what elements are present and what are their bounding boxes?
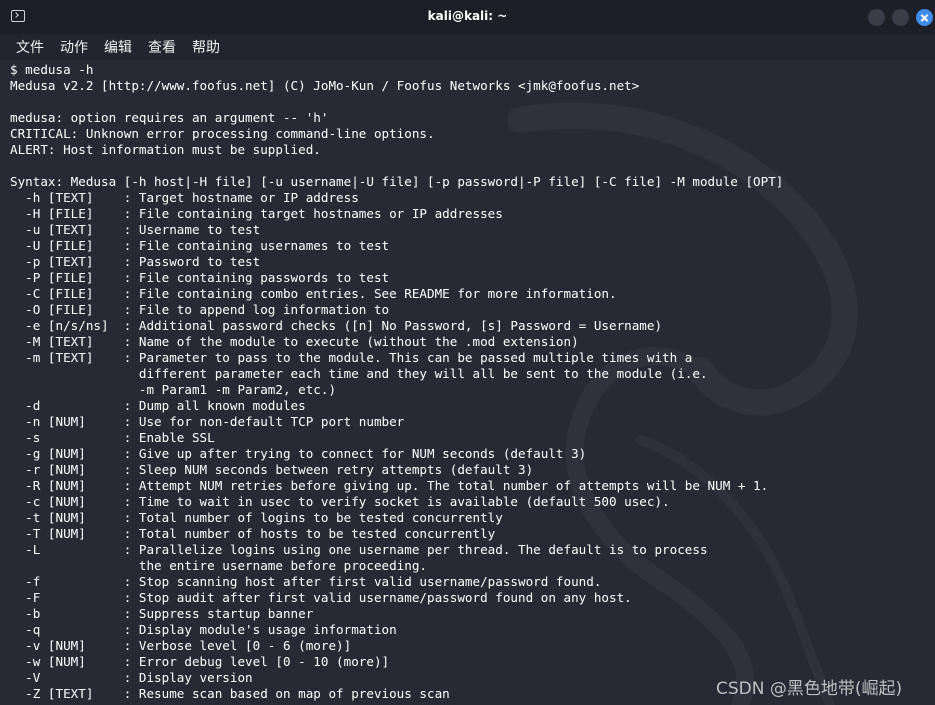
close-button[interactable] — [916, 9, 933, 26]
terminal-text: $ medusa -h Medusa v2.2 [http://www.foofu… — [10, 62, 783, 702]
terminal-line: -q : Display module's usage information — [10, 622, 397, 637]
terminal-line: -R [NUM] : Attempt NUM retries before gi… — [10, 478, 769, 493]
terminal-line: $ medusa -h — [10, 62, 94, 77]
terminal-line: -r [NUM] : Sleep NUM seconds between ret… — [10, 462, 534, 477]
terminal-line: Syntax: Medusa [-h host|-H file] [-u use… — [10, 174, 784, 189]
terminal-line: -H [FILE] : File containing target hostn… — [10, 206, 503, 221]
menu-file[interactable]: 文件 — [14, 37, 46, 57]
terminal-line: -w [NUM] : Error debug level [0 - 10 (mo… — [10, 654, 390, 669]
terminal-window: kali@kali: ~ 文件 动作 编辑 查看 帮助 $ medusa -h M… — [0, 0, 935, 705]
terminal-line: -T [NUM] : Total number of hosts to be t… — [10, 526, 496, 541]
maximize-button[interactable] — [892, 9, 909, 26]
terminal-line: -u [TEXT] : Username to test — [10, 222, 261, 237]
terminal-line: -Z [TEXT] : Resume scan based on map of … — [10, 686, 450, 701]
menu-help[interactable]: 帮助 — [190, 37, 222, 57]
terminal-line: -C [FILE] : File containing combo entrie… — [10, 286, 617, 301]
terminal-line: CRITICAL: Unknown error processing comma… — [10, 126, 435, 141]
terminal-line: -F : Stop audit after first valid userna… — [10, 590, 632, 605]
terminal-line: -n [NUM] : Use for non-default TCP port … — [10, 414, 405, 429]
terminal-line: -f : Stop scanning host after first vali… — [10, 574, 602, 589]
terminal-line: -d : Dump all known modules — [10, 398, 306, 413]
terminal-line: -P [FILE] : File containing passwords to… — [10, 270, 390, 285]
csdn-watermark: CSDN @黑色地带(崛起) — [716, 679, 903, 699]
terminal-line: -e [n/s/ns] : Additional password checks… — [10, 318, 663, 333]
terminal-line: Medusa v2.2 [http://www.foofus.net] (C) … — [10, 78, 640, 93]
terminal-line: -L : Parallelize logins using one userna… — [10, 542, 708, 557]
terminal-line: medusa: option requires an argument -- '… — [10, 110, 329, 125]
menu-edit[interactable]: 编辑 — [102, 37, 134, 57]
terminal-line: -p [TEXT] : Password to test — [10, 254, 261, 269]
terminal-line: -V : Display version — [10, 670, 253, 685]
terminal-line: ALERT: Host information must be supplied… — [10, 142, 321, 157]
terminal-line: -c [NUM] : Time to wait in usec to verif… — [10, 494, 670, 509]
terminal-line: -h [TEXT] : Target hostname or IP addres… — [10, 190, 359, 205]
title-bar: kali@kali: ~ — [0, 0, 935, 34]
terminal-line: -s : Enable SSL — [10, 430, 215, 445]
terminal-line: -b : Suppress startup banner — [10, 606, 314, 621]
terminal-line: -U [FILE] : File containing usernames to… — [10, 238, 390, 253]
menu-bar: 文件 动作 编辑 查看 帮助 — [0, 34, 935, 60]
terminal-line: -g [NUM] : Give up after trying to conne… — [10, 446, 587, 461]
window-title: kali@kali: ~ — [427, 9, 508, 23]
menu-view[interactable]: 查看 — [146, 37, 178, 57]
terminal-line: -M [TEXT] : Name of the module to execut… — [10, 334, 579, 349]
terminal-output-area[interactable]: $ medusa -h Medusa v2.2 [http://www.foofu… — [0, 60, 935, 705]
terminal-line: -v [NUM] : Verbose level [0 - 6 (more)] — [10, 638, 352, 653]
terminal-line: -m Param1 -m Param2, etc.) — [10, 382, 337, 397]
terminal-line: -m [TEXT] : Parameter to pass to the mod… — [10, 350, 693, 365]
minimize-button[interactable] — [868, 9, 885, 26]
terminal-line: different parameter each time and they w… — [10, 366, 708, 381]
terminal-line: -t [NUM] : Total number of logins to be … — [10, 510, 503, 525]
menu-actions[interactable]: 动作 — [58, 37, 90, 57]
terminal-line: -O [FILE] : File to append log informati… — [10, 302, 390, 317]
terminal-line: the entire username before proceeding. — [10, 558, 428, 573]
